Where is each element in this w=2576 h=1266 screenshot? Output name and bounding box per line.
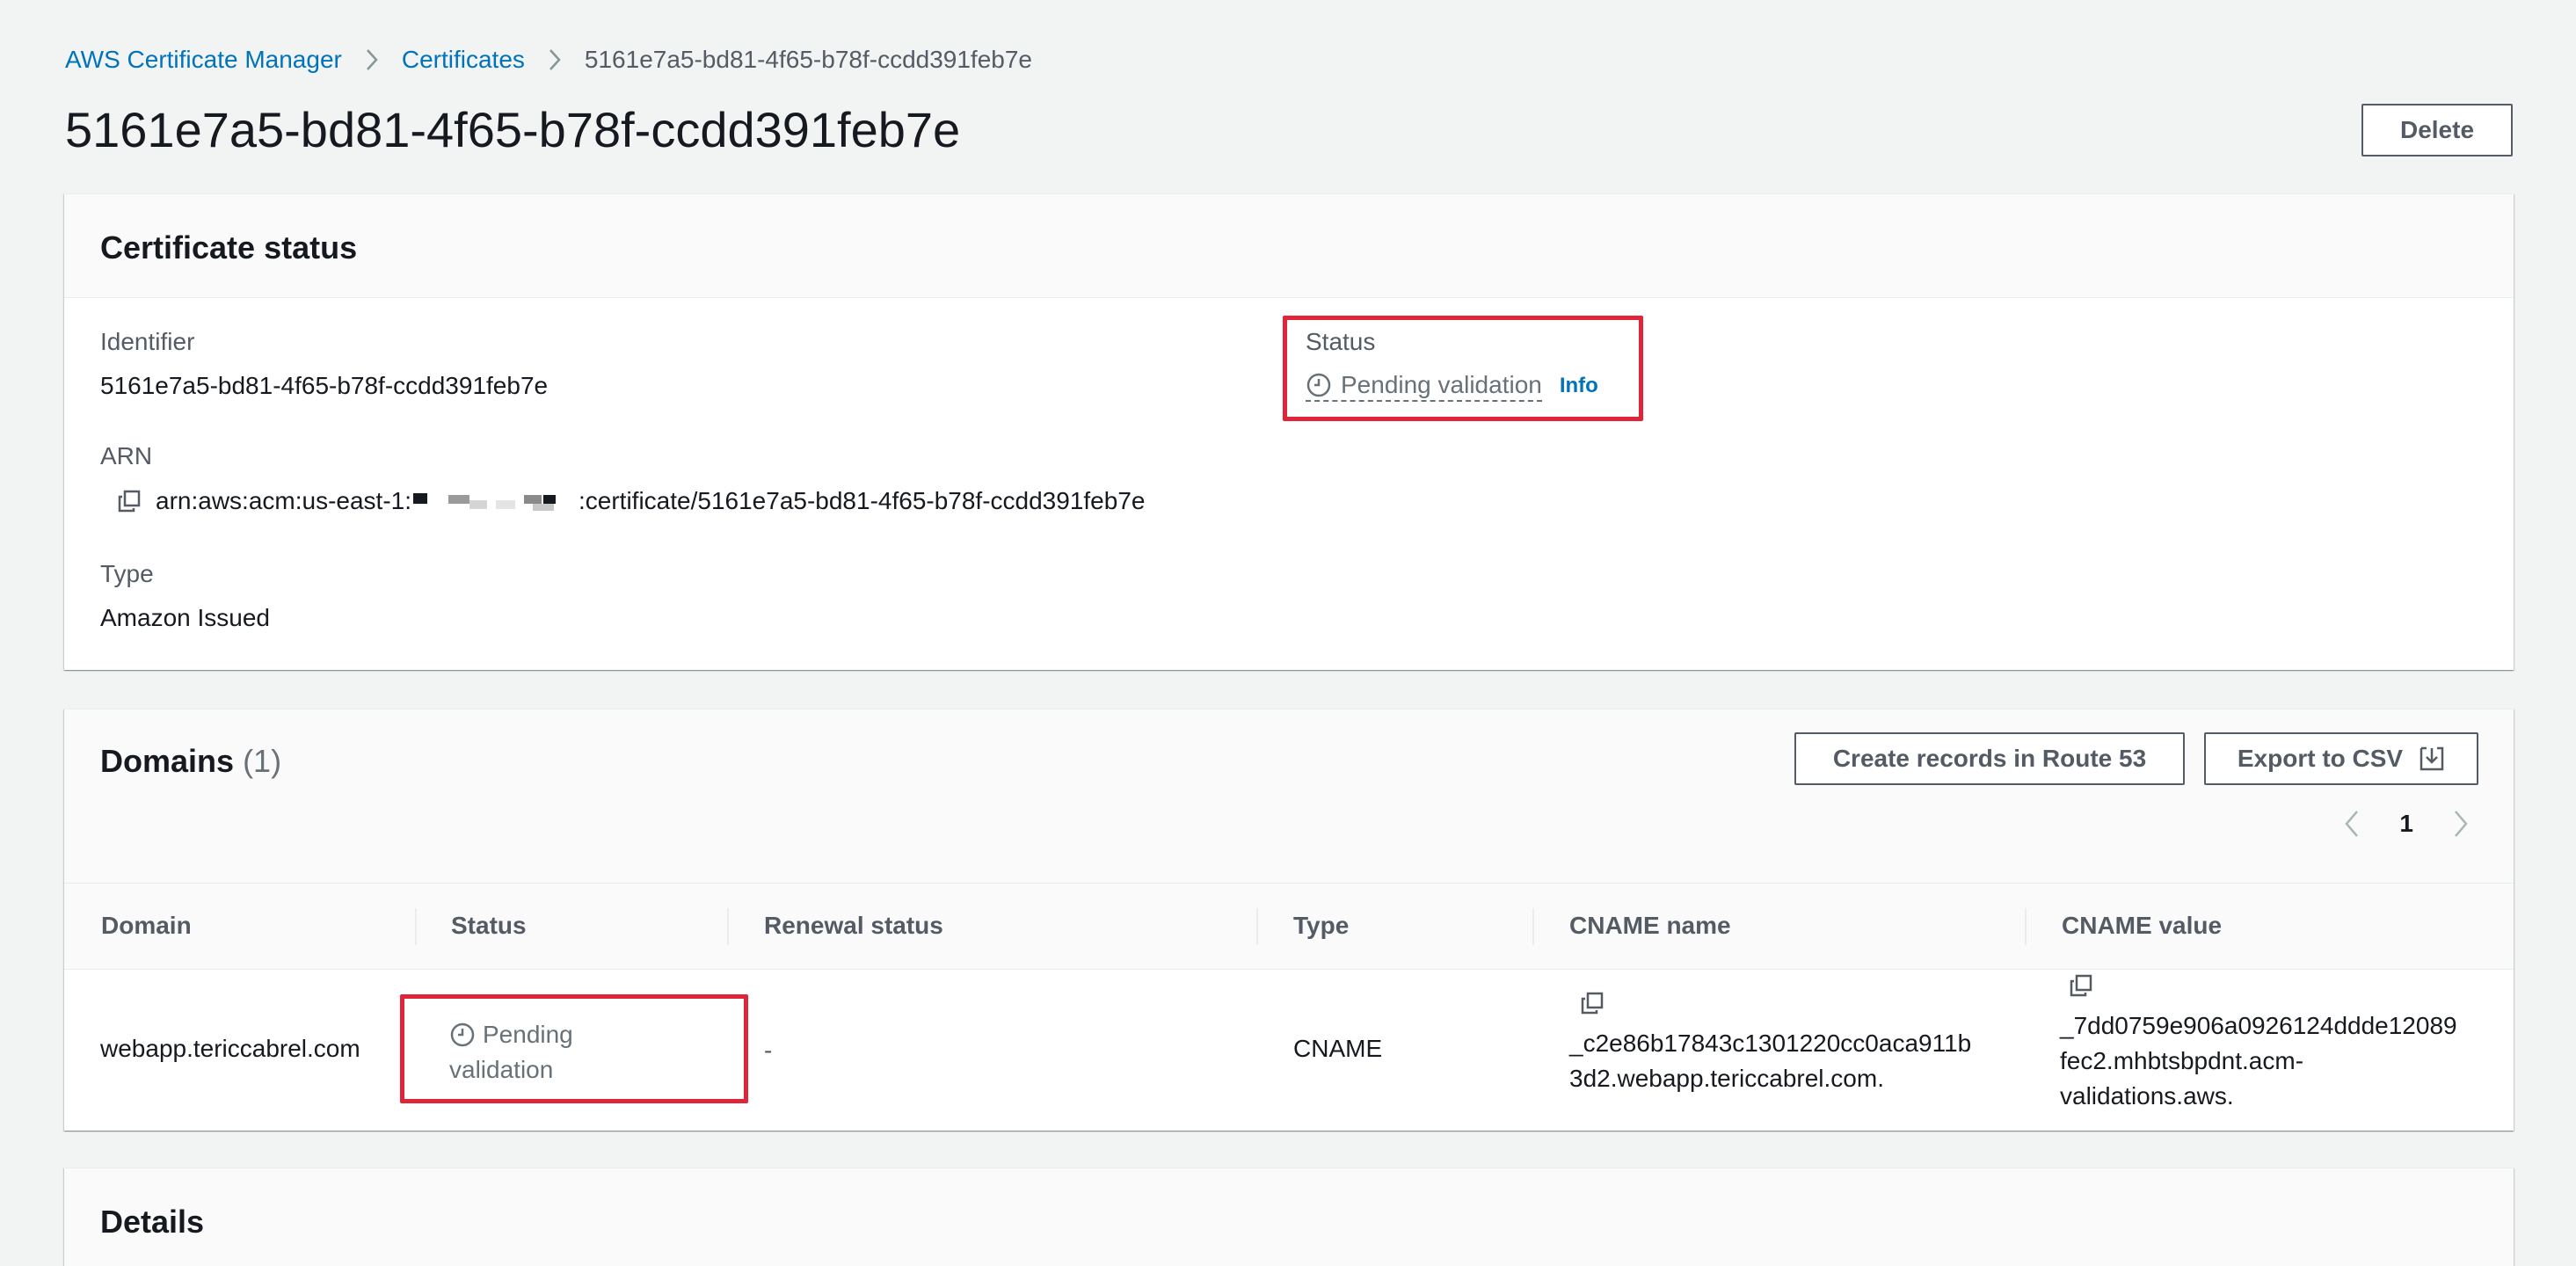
domain-status-text2: validation: [449, 1056, 554, 1083]
identifier-value: 5161e7a5-bd81-4f65-b78f-ccdd391feb7e: [100, 372, 549, 399]
breadcrumb-current: 5161e7a5-bd81-4f65-b78f-ccdd391feb7e: [584, 46, 1032, 73]
type-label: Type: [100, 560, 154, 587]
type-value: Amazon Issued: [100, 604, 270, 631]
clock-icon: [1306, 373, 1331, 397]
column-status[interactable]: Status: [451, 910, 527, 942]
chevron-left-icon[interactable]: [2334, 806, 2369, 841]
download-icon: [2420, 746, 2444, 771]
page-number[interactable]: 1: [2399, 810, 2413, 838]
copy-icon[interactable]: [113, 485, 145, 517]
renewal-status-cell: -: [764, 1037, 773, 1064]
cname-value-line2: fec2.mhbtsbpdnt.acm-: [2060, 1047, 2304, 1074]
cname-name-line2: 3d2.webapp.tericcabrel.com.: [1569, 1065, 1884, 1092]
column-divider: [1256, 908, 1258, 945]
cname-value-line3: validations.aws.: [2060, 1082, 2234, 1110]
domains-header: Domains (1) Create records in Route 53 E…: [64, 709, 2514, 884]
column-divider: [2025, 908, 2027, 945]
column-divider: [415, 908, 417, 945]
arn-prefix: arn:aws:acm:us-east-1:: [156, 487, 411, 514]
breadcrumb-acm-link[interactable]: AWS Certificate Manager: [65, 44, 342, 76]
info-link[interactable]: Info: [1560, 374, 1598, 398]
breadcrumb: AWS Certificate Manager Certificates 516…: [65, 44, 1032, 76]
chevron-right-icon: [548, 47, 562, 72]
status-pending-text: Pending validation: [1341, 371, 1542, 398]
copy-icon[interactable]: [1576, 987, 1608, 1019]
column-cname-value[interactable]: CNAME value: [2062, 910, 2222, 942]
cname-name-line1: _c2e86b17843c1301220cc0aca911b: [1569, 1030, 1972, 1057]
copy-icon[interactable]: [2065, 970, 2097, 1001]
domains-table-header: Domain Status Renewal status Type CNAME …: [64, 884, 2514, 970]
certificate-detail-page: AWS Certificate Manager Certificates 516…: [0, 0, 2576, 1266]
domain-cell: webapp.tericcabrel.com: [100, 1035, 360, 1062]
domain-status-line1: Pending: [449, 1017, 573, 1052]
identifier-label: Identifier: [100, 328, 195, 355]
details-title: Details: [100, 1204, 205, 1240]
status-pending-popover[interactable]: Pending validation: [1306, 370, 1542, 402]
export-csv-label: Export to CSV: [2237, 745, 2404, 772]
details-panel: Details: [64, 1168, 2514, 1266]
column-type[interactable]: Type: [1293, 910, 1349, 942]
arn-value: arn:aws:acm:us-east-1: :certificate/5161…: [156, 487, 1145, 515]
clock-icon: [450, 1022, 475, 1047]
domain-status-text1: Pending: [483, 1021, 573, 1048]
breadcrumb-certificates-link[interactable]: Certificates: [402, 44, 525, 76]
certificate-status-title: Certificate status: [100, 229, 358, 266]
column-cname-name[interactable]: CNAME name: [1569, 910, 1731, 942]
cname-value-cell: _7dd0759e906a0926124ddde12089 fec2.mhbts…: [2060, 1008, 2457, 1114]
create-records-route53-button[interactable]: Create records in Route 53: [1794, 732, 2185, 785]
arn-row: arn:aws:acm:us-east-1: :certificate/5161…: [113, 485, 1145, 517]
pagination: 1: [2334, 806, 2478, 841]
delete-button[interactable]: Delete: [2361, 104, 2513, 156]
arn-suffix: :certificate/5161e7a5-bd81-4f65-b78f-ccd…: [579, 487, 1146, 514]
domain-status-cell: Pending validation: [449, 1017, 573, 1088]
certificate-status-header: Certificate status: [64, 194, 2514, 298]
chevron-right-icon[interactable]: [2443, 806, 2478, 841]
certificate-status-panel: Certificate status Identifier 5161e7a5-b…: [64, 193, 2514, 670]
domains-count: (1): [243, 743, 282, 779]
cname-name-cell: _c2e86b17843c1301220cc0aca911b 3d2.webap…: [1569, 1026, 1971, 1096]
page-title: 5161e7a5-bd81-4f65-b78f-ccdd391feb7e: [65, 102, 961, 157]
column-divider: [727, 908, 729, 945]
column-divider: [1532, 908, 1534, 945]
export-csv-button[interactable]: Export to CSV: [2204, 732, 2478, 785]
domains-title-text: Domains: [100, 743, 235, 779]
column-renewal-status[interactable]: Renewal status: [764, 910, 943, 942]
redacted-account-id: [411, 488, 579, 514]
details-header: Details: [64, 1168, 2514, 1266]
domains-panel: Domains (1) Create records in Route 53 E…: [64, 709, 2514, 1131]
cname-value-line1: _7dd0759e906a0926124ddde12089: [2060, 1012, 2457, 1039]
chevron-right-icon: [365, 47, 379, 72]
column-domain[interactable]: Domain: [101, 910, 192, 942]
domains-title: Domains (1): [100, 743, 281, 780]
arn-label: ARN: [100, 442, 153, 469]
status-value: Pending validation Info: [1306, 370, 1598, 402]
type-cell: CNAME: [1293, 1035, 1383, 1062]
status-label: Status: [1306, 328, 1376, 355]
